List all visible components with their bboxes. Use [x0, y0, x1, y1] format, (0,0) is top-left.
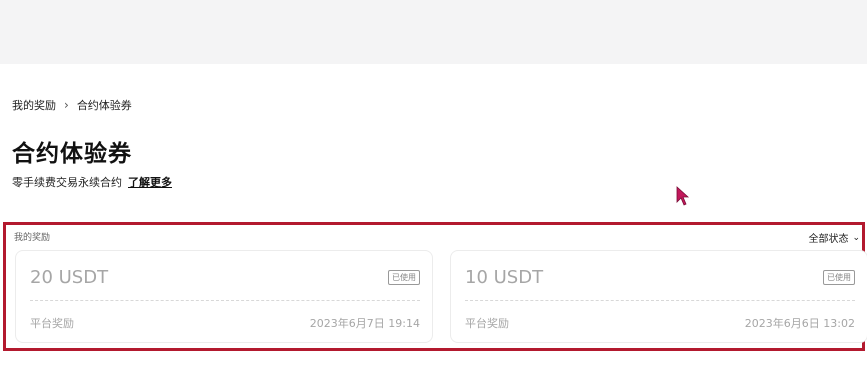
chevron-right-icon: ›	[64, 98, 69, 112]
reward-amount: 20 USDT	[30, 267, 109, 288]
reward-source: 平台奖励	[465, 317, 509, 330]
top-bar	[0, 0, 867, 64]
breadcrumb-current: 合约体验券	[76, 99, 132, 112]
status-filter-label: 全部状态	[808, 234, 849, 245]
rewards-section-label: 我的奖励	[14, 233, 51, 243]
reward-date: 2023年6月7日 19:14	[309, 317, 420, 330]
card-divider	[465, 300, 855, 301]
reward-source: 平台奖励	[30, 317, 74, 330]
chevron-down-icon: ⌄	[852, 232, 860, 243]
used-badge: 已使用	[388, 270, 420, 285]
reward-date: 2023年6月6日 13:02	[744, 317, 855, 330]
learn-more-link[interactable]: 了解更多	[128, 174, 172, 190]
reward-card[interactable]: 20 USDT 已使用 平台奖励 2023年6月7日 19:14	[15, 250, 433, 343]
reward-card[interactable]: 10 USDT 已使用 平台奖励 2023年6月6日 13:02	[450, 250, 867, 343]
reward-amount: 10 USDT	[465, 267, 544, 288]
card-divider	[30, 300, 420, 301]
page-title: 合约体验券	[12, 141, 132, 167]
page-subtitle: 零手续费交易永续合约 了解更多	[12, 174, 172, 190]
breadcrumb: 我的奖励 › 合约体验券	[12, 97, 132, 113]
mouse-cursor-icon	[676, 186, 690, 206]
status-filter-dropdown[interactable]: 全部状态 ⌄	[808, 230, 860, 246]
breadcrumb-my-rewards[interactable]: 我的奖励	[12, 97, 56, 113]
subtitle-text: 零手续费交易永续合约	[12, 176, 122, 189]
used-badge: 已使用	[823, 270, 855, 285]
rewards-section: 我的奖励 全部状态 ⌄ 20 USDT 已使用 平台奖励 2023年6月7日 1…	[3, 222, 867, 351]
